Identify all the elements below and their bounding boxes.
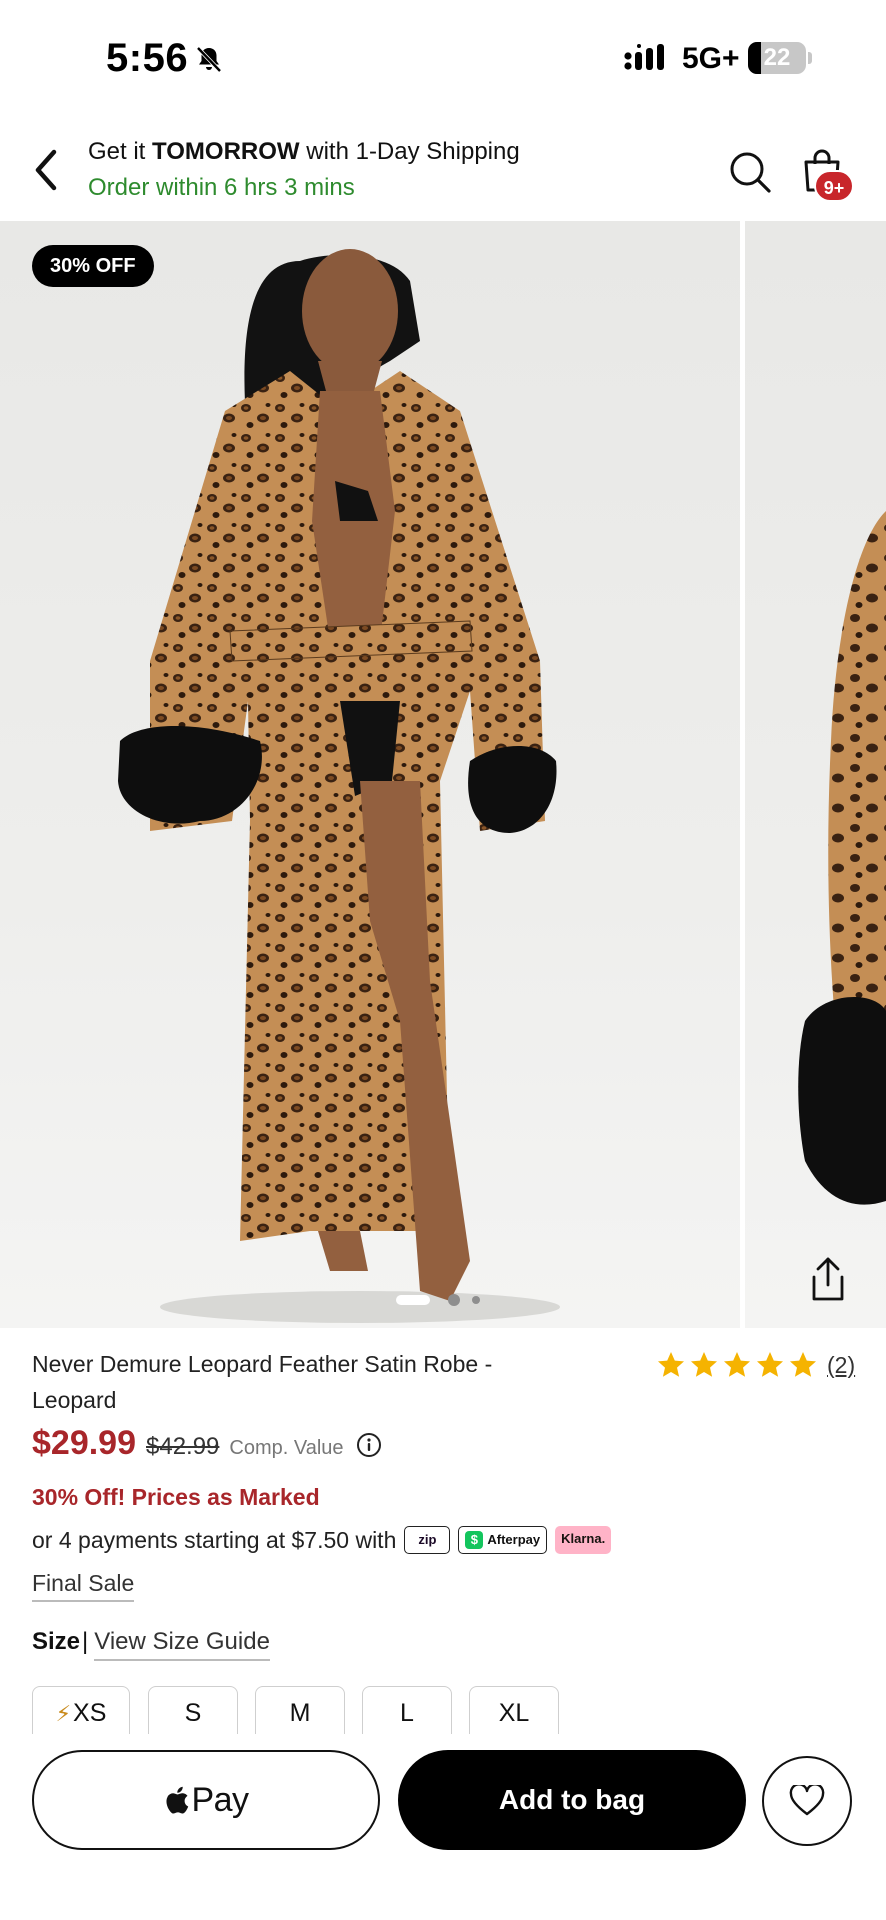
size-separator: | xyxy=(82,1628,89,1655)
afterpay-mark-icon: $ xyxy=(465,1531,484,1549)
shipping-promise: Get it TOMORROW with 1-Day Shipping xyxy=(88,138,520,166)
size-option-xl[interactable]: XL xyxy=(469,1686,559,1734)
size-label: Size xyxy=(32,1628,81,1655)
star-icon xyxy=(790,1352,816,1377)
size-option-s[interactable]: S xyxy=(148,1686,238,1734)
price-row: $29.99 $42.99 Comp. Value xyxy=(32,1424,382,1463)
review-count[interactable]: (2) xyxy=(827,1352,855,1379)
size-option-label: L xyxy=(400,1699,414,1727)
apple-pay-label: Pay xyxy=(191,1780,249,1819)
battery-tip xyxy=(808,52,812,64)
add-to-bag-button[interactable]: Add to bag xyxy=(398,1750,746,1850)
discount-badge: 30% OFF xyxy=(32,245,154,287)
apple-icon xyxy=(166,1786,189,1814)
payments-text: or 4 payments starting at $7.50 with xyxy=(32,1526,397,1553)
carousel-dot-active xyxy=(396,1295,430,1305)
bolt-icon: ⚡ xyxy=(55,1701,72,1726)
battery-percent: 22 xyxy=(763,44,791,71)
star-icon xyxy=(757,1352,783,1377)
size-option-label: M xyxy=(289,1699,311,1727)
model-photo xyxy=(118,249,560,1323)
comp-value-label: Comp. Value xyxy=(229,1437,344,1459)
product-image-gallery[interactable]: 30% OFF xyxy=(0,221,886,1328)
rating-stars xyxy=(656,1350,821,1380)
battery-icon: 22 xyxy=(748,42,806,74)
shipping-header: Get it TOMORROW with 1-Day Shipping Orde… xyxy=(0,120,886,220)
shipping-suffix: with 1-Day Shipping xyxy=(299,138,520,165)
size-option-m[interactable]: M xyxy=(255,1686,345,1734)
carousel-dot xyxy=(472,1296,480,1304)
bell-muted-icon xyxy=(196,46,222,73)
size-option-label: XS xyxy=(73,1699,107,1727)
product-title: Never Demure Leopard Feather Satin Robe … xyxy=(32,1351,493,1413)
size-guide-link[interactable]: View Size Guide xyxy=(94,1628,270,1661)
star-icon xyxy=(658,1352,684,1377)
size-option-xs[interactable]: ⚡XS xyxy=(32,1686,130,1734)
zip-logo[interactable]: zip xyxy=(404,1526,451,1554)
heart-icon xyxy=(789,1785,825,1816)
size-option-label: S xyxy=(184,1699,202,1727)
sale-price: $29.99 xyxy=(32,1424,136,1462)
status-time: 5:56 xyxy=(106,36,189,80)
shipping-day: TOMORROW xyxy=(152,138,300,165)
promo-text: 30% Off! Prices as Marked xyxy=(32,1484,320,1510)
size-options: ⚡XS S M L XL xyxy=(32,1686,886,1734)
shipping-prefix: Get it xyxy=(88,138,153,165)
bottom-action-bar: Pay Add to bag xyxy=(0,1734,886,1920)
next-photo-peek xyxy=(798,511,886,1205)
star-icon xyxy=(724,1352,750,1377)
status-bar: 5:56 5G+ 22 xyxy=(0,0,886,120)
network-type: 5G+ xyxy=(682,42,740,75)
installment-payments: or 4 payments starting at $7.50 with zip… xyxy=(32,1526,612,1554)
afterpay-logo[interactable]: $ Afterpay xyxy=(458,1526,548,1554)
star-icon xyxy=(691,1352,717,1377)
final-sale-link[interactable]: Final Sale xyxy=(32,1570,135,1602)
size-option-label: XL xyxy=(498,1699,530,1727)
search-icon[interactable] xyxy=(728,150,772,194)
carousel-dot xyxy=(448,1294,460,1306)
klarna-logo[interactable]: Klarna. xyxy=(555,1526,612,1554)
size-row: Size | View Size Guide xyxy=(32,1628,270,1661)
product-image-next[interactable] xyxy=(745,221,886,1328)
bag-count-badge: 9+ xyxy=(814,170,854,202)
apple-pay-button[interactable]: Pay xyxy=(32,1750,380,1850)
share-icon[interactable] xyxy=(806,1255,850,1303)
product-rating[interactable]: (2) xyxy=(656,1348,855,1382)
back-icon[interactable] xyxy=(30,144,62,196)
info-icon[interactable] xyxy=(356,1432,382,1458)
product-image-main[interactable]: 30% OFF xyxy=(0,221,740,1328)
cellular-signal-icon xyxy=(624,44,664,70)
wishlist-button[interactable] xyxy=(762,1756,852,1846)
original-price: $42.99 xyxy=(146,1433,220,1460)
order-countdown: Order within 6 hrs 3 mins xyxy=(88,174,355,201)
afterpay-label: Afterpay xyxy=(487,1532,541,1547)
size-option-l[interactable]: L xyxy=(362,1686,452,1734)
